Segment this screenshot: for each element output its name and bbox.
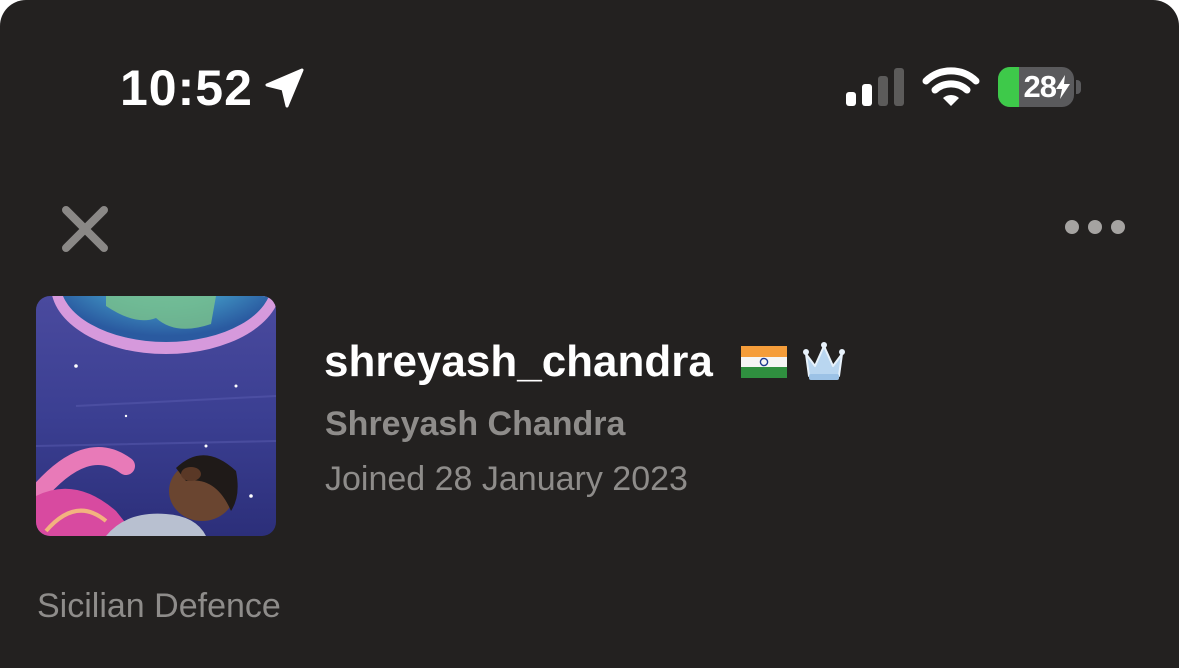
- battery-body: 28: [998, 67, 1074, 107]
- location-arrow-icon: [265, 68, 304, 108]
- username: shreyash_chandra: [324, 337, 713, 386]
- full-name: Shreyash Chandra: [325, 405, 626, 443]
- charging-bolt-icon: [1056, 75, 1070, 99]
- joined-date: Joined 28 January 2023: [325, 460, 688, 498]
- wifi-icon: [922, 67, 980, 106]
- india-flag-icon: [740, 346, 787, 378]
- username-row: shreyash_chandra: [324, 334, 847, 390]
- battery-level: 28: [1023, 69, 1057, 104]
- battery-cap: [1076, 80, 1081, 94]
- close-button[interactable]: [56, 200, 114, 258]
- close-icon: [62, 206, 108, 252]
- more-options-button[interactable]: [1058, 210, 1132, 244]
- status-time: 10:52: [120, 60, 253, 116]
- cellular-signal-icon: [846, 68, 904, 106]
- crown-icon: [802, 342, 845, 380]
- battery-indicator: 28: [998, 67, 1082, 109]
- profile-screen: 10:52 28 shreyash_chandra Shreyash Chand…: [0, 0, 1179, 668]
- more-horizontal-icon: [1065, 220, 1125, 234]
- avatar[interactable]: [36, 296, 276, 536]
- profile-bio: Sicilian Defence: [37, 587, 281, 625]
